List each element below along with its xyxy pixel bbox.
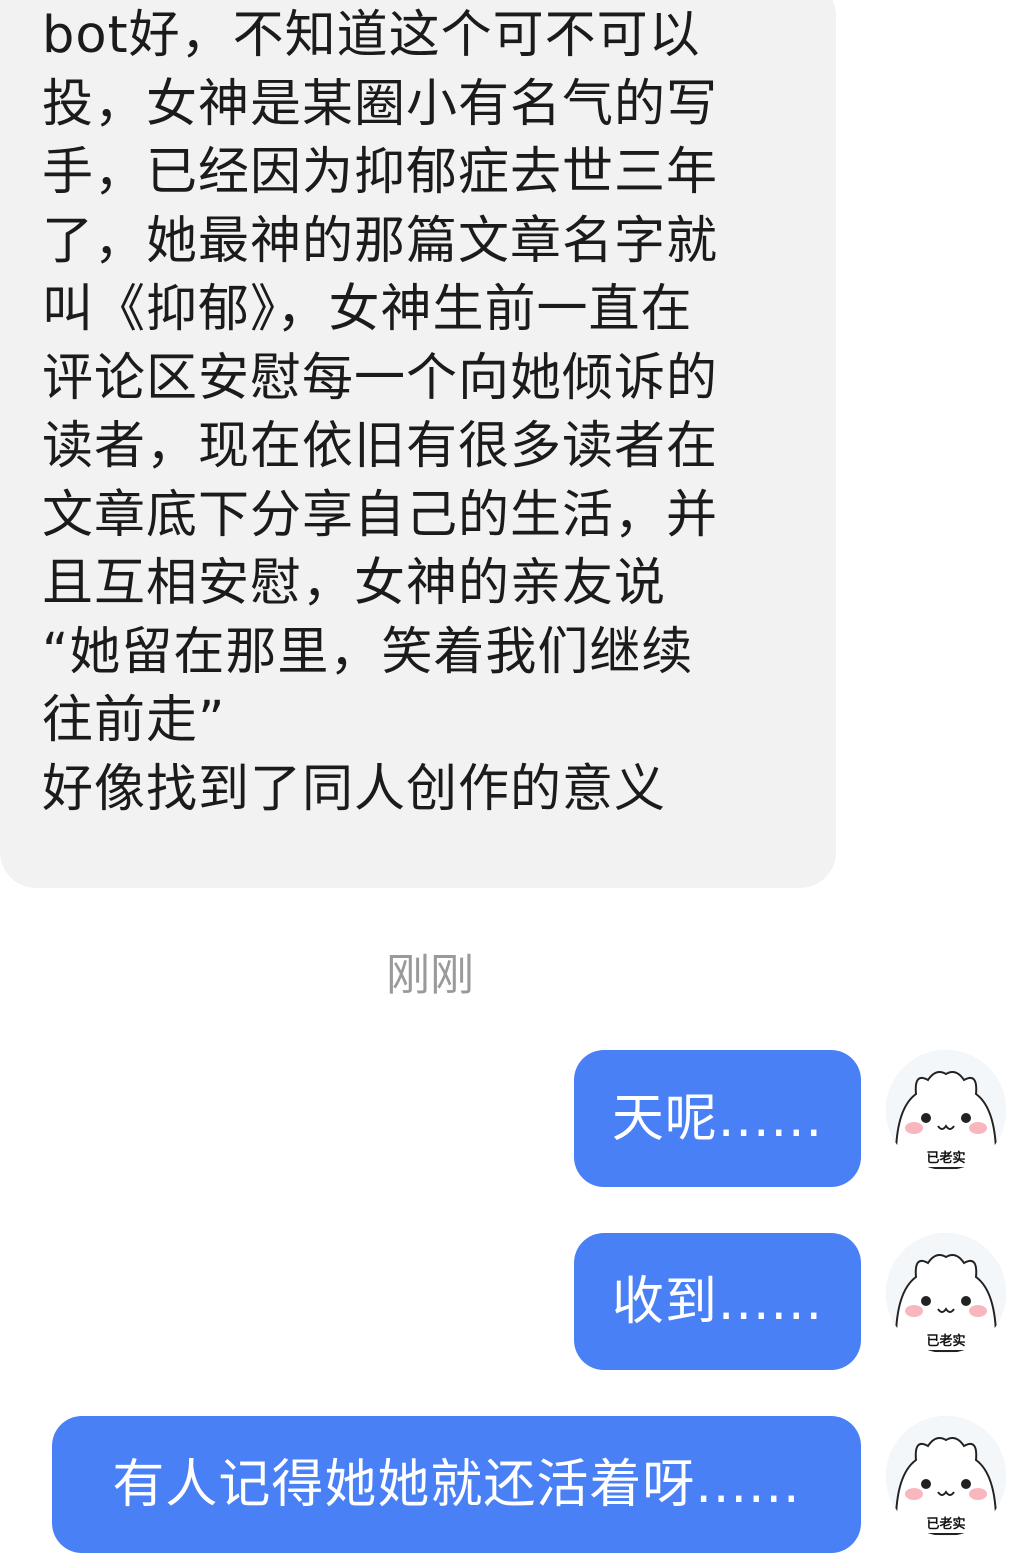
user-avatar[interactable]: 已老实	[886, 1233, 1006, 1353]
outgoing-message-bubble[interactable]: 收到......	[574, 1233, 861, 1370]
avatar-caption: 已老实	[926, 1333, 965, 1349]
white-hamster-face-icon: 已老实	[886, 1050, 1006, 1170]
white-hamster-face-icon: 已老实	[886, 1233, 1006, 1353]
incoming-message-bubble[interactable]: bot好，不知道这个可不可以 投，女神是某圈小有名气的写 手，已经因为抑郁症去世…	[0, 0, 836, 888]
outgoing-message-text: 收到......	[611, 1271, 824, 1332]
outgoing-message-text: 天呢......	[611, 1088, 824, 1149]
outgoing-message-bubble[interactable]: 有人记得她她就还活着呀......	[52, 1416, 861, 1553]
outgoing-message-bubble[interactable]: 天呢......	[574, 1050, 861, 1187]
white-hamster-face-icon: 已老实	[886, 1416, 1006, 1536]
user-avatar[interactable]: 已老实	[886, 1416, 1006, 1536]
user-avatar[interactable]: 已老实	[886, 1050, 1006, 1170]
avatar-caption: 已老实	[926, 1150, 965, 1166]
outgoing-message-text: 有人记得她她就还活着呀......	[112, 1454, 801, 1515]
message-timestamp: 刚刚	[386, 950, 474, 1001]
incoming-message-text: bot好，不知道这个可不可以 投，女神是某圈小有名气的写 手，已经因为抑郁症去世…	[42, 6, 719, 819]
avatar-caption: 已老实	[926, 1516, 965, 1532]
